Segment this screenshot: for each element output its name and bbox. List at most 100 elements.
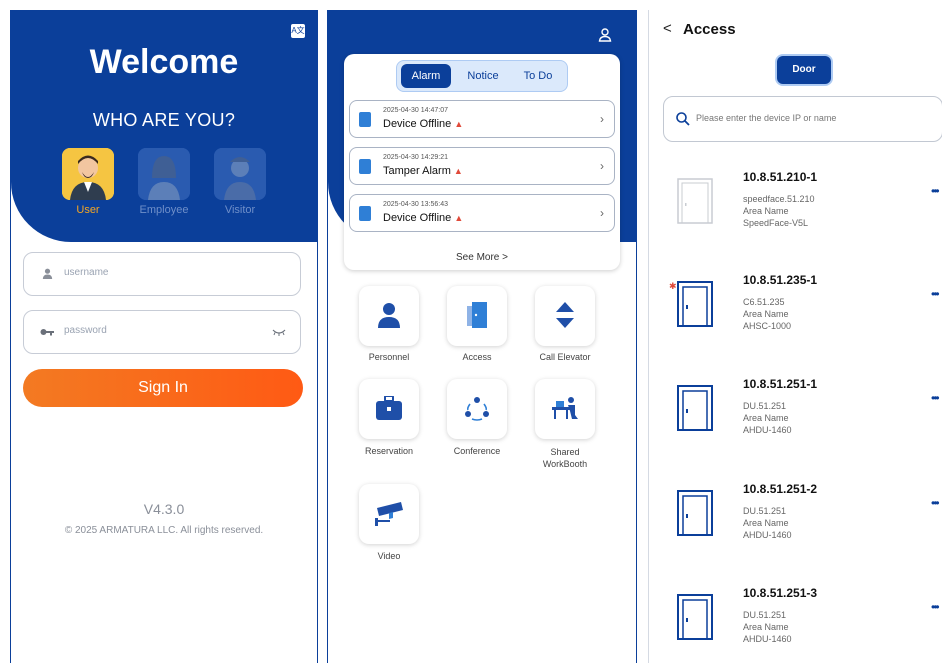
- alarm-datetime: 2025-04-30 14:47:07: [383, 107, 448, 114]
- door-alarm-icon: [359, 112, 371, 127]
- chevron-right-icon: ›: [600, 112, 604, 126]
- device-search-input[interactable]: Please enter the device IP or name: [663, 96, 942, 142]
- sign-in-button[interactable]: Sign In: [23, 369, 303, 407]
- person-icon: [378, 303, 400, 328]
- profile-icon[interactable]: [598, 28, 612, 42]
- role-label-employee: Employee: [139, 204, 189, 216]
- role-visitor[interactable]: Visitor: [210, 148, 270, 216]
- device-alias: DU.51.251: [743, 401, 787, 411]
- who-are-you-heading: WHO ARE YOU?: [92, 110, 236, 130]
- menu-conference[interactable]: [447, 379, 507, 439]
- menu-label-reservation: Reservation: [364, 446, 414, 456]
- alarm-siren-icon: ▲: [454, 213, 464, 223]
- device-area: Area Name: [743, 518, 789, 528]
- device-alias: C6.51.235: [743, 297, 785, 307]
- username-placeholder: username: [64, 267, 109, 278]
- alarm-item[interactable]: 2025-04-30 14:29:21 Tamper Alarm ▲ ›: [349, 147, 615, 185]
- device-model: AHDU-1460: [743, 530, 792, 540]
- device-model: AHDU-1460: [743, 634, 792, 644]
- menu-reservation[interactable]: [359, 379, 419, 439]
- search-icon: [676, 112, 690, 126]
- eye-hidden-icon[interactable]: [272, 328, 286, 336]
- alarm-item[interactable]: 2025-04-30 14:47:07 Device Offline ▲ ›: [349, 100, 615, 138]
- menu-call-elevator[interactable]: [535, 286, 595, 346]
- device-model: AHSC-1000: [743, 321, 792, 331]
- employee-avatar-icon: [138, 148, 190, 200]
- door-alarm-icon: [359, 159, 371, 174]
- login-screen: A文 Welcome WHO ARE YOU? User Employee Vi…: [10, 10, 318, 663]
- door-icon: [677, 281, 713, 327]
- chevron-right-icon: ›: [600, 159, 604, 173]
- door-icon: [677, 385, 713, 431]
- role-label-visitor: Visitor: [224, 204, 256, 216]
- welcome-title: Welcome: [89, 43, 239, 81]
- more-options-icon[interactable]: •••: [931, 391, 939, 405]
- camera-icon: [375, 502, 403, 526]
- door-icon: [677, 490, 713, 536]
- more-options-icon[interactable]: •••: [931, 287, 939, 301]
- password-field[interactable]: password: [23, 310, 301, 354]
- device-name: 10.8.51.235-1: [743, 273, 818, 287]
- device-item[interactable]: ✱ 10.8.51.235-1 C6.51.235 Area Name AHSC…: [649, 273, 942, 379]
- search-placeholder: Please enter the device IP or name: [696, 113, 837, 123]
- device-item[interactable]: 10.8.51.251-1 DU.51.251 Area Name AHDU-1…: [649, 377, 942, 483]
- alarm-card: Alarm Notice To Do 2025-04-30 14:47:07 D…: [344, 54, 620, 270]
- alarm-siren-icon: ▲: [453, 166, 463, 176]
- role-label-user: User: [76, 204, 100, 216]
- menu-label-conference: Conference: [453, 446, 501, 456]
- username-field[interactable]: username: [23, 252, 301, 296]
- tab-notice[interactable]: Notice: [459, 64, 507, 88]
- device-name: 10.8.51.251-3: [743, 586, 818, 600]
- menu-label-call-elevator: Call Elevator: [539, 352, 591, 362]
- device-name: 10.8.51.210-1: [743, 170, 818, 184]
- door-icon: [467, 302, 487, 328]
- alarm-datetime: 2025-04-30 14:29:21: [383, 154, 448, 161]
- alarm-siren-icon: ▲: [454, 119, 464, 129]
- device-name: 10.8.51.251-2: [743, 482, 818, 496]
- device-model: SpeedFace-V5L: [743, 218, 809, 228]
- alarm-datetime: 2025-04-30 13:56:43: [383, 201, 448, 208]
- alarm-title: Tamper Alarm ▲: [383, 165, 463, 177]
- menu-label-personnel: Personnel: [368, 352, 410, 362]
- door-alarm-icon: [359, 206, 371, 221]
- see-more-link[interactable]: See More >: [344, 252, 620, 263]
- alarm-item[interactable]: 2025-04-30 13:56:43 Device Offline ▲ ›: [349, 194, 615, 232]
- translate-icon[interactable]: A文: [291, 24, 305, 38]
- key-icon: [40, 329, 54, 336]
- chevron-right-icon: ›: [600, 206, 604, 220]
- tab-alarm[interactable]: Alarm: [401, 64, 451, 88]
- menu-video[interactable]: [359, 484, 419, 544]
- page-title: Access: [683, 21, 736, 38]
- more-options-icon[interactable]: •••: [931, 184, 939, 198]
- back-button[interactable]: <: [663, 20, 672, 37]
- device-alias: DU.51.251: [743, 506, 787, 516]
- home-screen: Alarm Notice To Do 2025-04-30 14:47:07 D…: [327, 10, 637, 663]
- alarm-tabs: Alarm Notice To Do: [396, 60, 568, 92]
- access-screen: < Access Door Please enter the device IP…: [648, 10, 942, 663]
- more-options-icon[interactable]: •••: [931, 600, 939, 614]
- device-item[interactable]: 10.8.51.210-1 speedface.51.210 Area Name…: [649, 170, 942, 276]
- menu-access[interactable]: [447, 286, 507, 346]
- tab-todo[interactable]: To Do: [513, 64, 563, 88]
- conference-icon: [465, 397, 489, 421]
- menu-personnel[interactable]: [359, 286, 419, 346]
- device-area: Area Name: [743, 309, 789, 319]
- tab-door[interactable]: Door: [777, 56, 831, 84]
- user-icon: [42, 268, 53, 279]
- device-area: Area Name: [743, 206, 789, 216]
- menu-shared-workbooth[interactable]: [535, 379, 595, 439]
- device-alias: speedface.51.210: [743, 194, 815, 204]
- device-name: 10.8.51.251-1: [743, 377, 818, 391]
- role-user[interactable]: User: [58, 148, 118, 216]
- alarm-indicator-icon: ✱: [669, 281, 677, 291]
- device-item[interactable]: 10.8.51.251-2 DU.51.251 Area Name AHDU-1…: [649, 482, 942, 588]
- user-avatar-icon: [62, 148, 114, 200]
- alarm-title: Device Offline ▲: [383, 212, 464, 224]
- copyright-text: © 2025 ARMATURA LLC. All rights reserved…: [64, 525, 264, 536]
- menu-label-access: Access: [462, 352, 492, 362]
- more-options-icon[interactable]: •••: [931, 496, 939, 510]
- device-item[interactable]: 10.8.51.251-3 DU.51.251 Area Name AHDU-1…: [649, 586, 942, 663]
- door-offline-icon: [677, 178, 713, 224]
- workbooth-icon: [552, 397, 578, 419]
- role-employee[interactable]: Employee: [134, 148, 194, 216]
